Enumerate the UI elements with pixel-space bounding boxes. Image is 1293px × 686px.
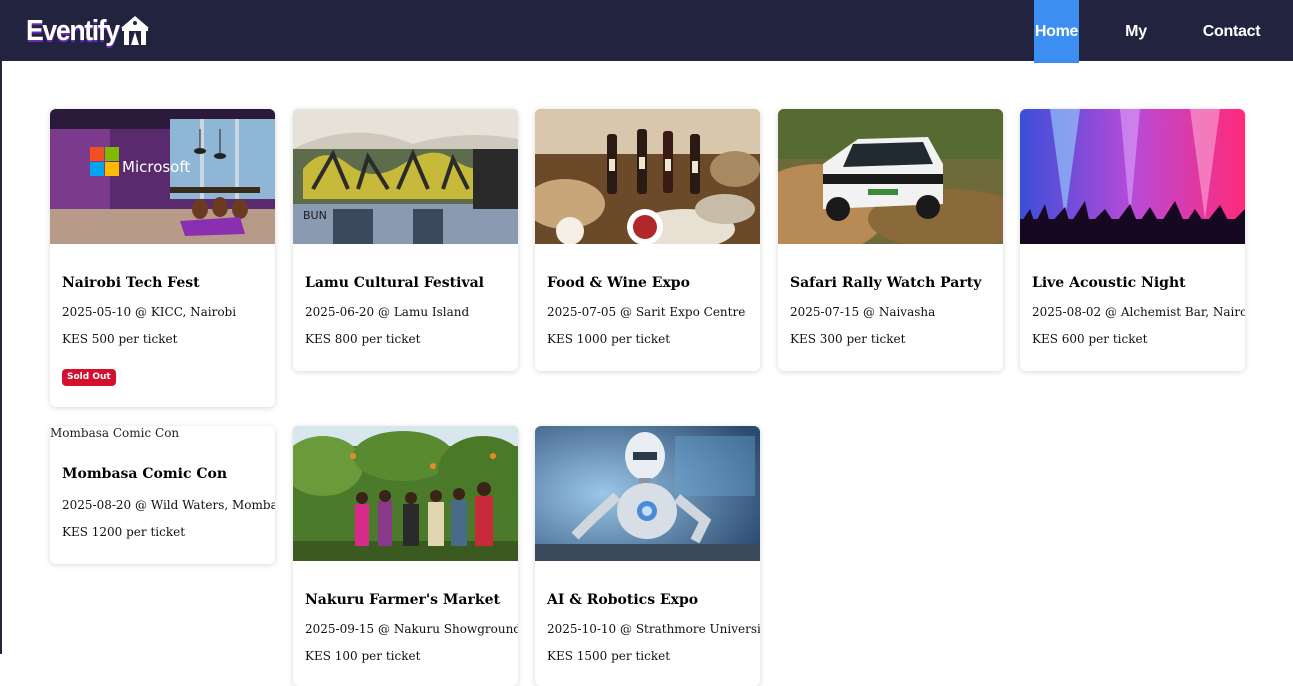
event-date-location: 2025-08-02 @ Alchemist Bar, Nairobi xyxy=(1032,305,1245,319)
event-image[interactable] xyxy=(1020,109,1245,244)
event-card[interactable]: Microsoft Nairobi Tech Fest 2025-05-10 @… xyxy=(50,109,275,407)
event-price: KES 1000 per ticket xyxy=(547,332,671,346)
event-title: Nairobi Tech Fest xyxy=(62,275,200,291)
event-date-location: 2025-07-15 @ Naivasha xyxy=(790,305,936,319)
event-title: AI & Robotics Expo xyxy=(547,592,699,608)
event-price: KES 100 per ticket xyxy=(305,649,421,663)
svg-text:Microsoft: Microsoft xyxy=(122,158,190,176)
event-card[interactable]: Nakuru Farmer's Market 2025-09-15 @ Naku… xyxy=(293,426,518,686)
brand-name: Eventify xyxy=(26,15,120,47)
event-image[interactable] xyxy=(293,426,518,561)
event-card[interactable]: Live Acoustic Night 2025-08-02 @ Alchemi… xyxy=(1020,109,1245,371)
event-card[interactable]: AI & Robotics Expo 2025-10-10 @ Strathmo… xyxy=(535,426,760,686)
event-date-location: 2025-10-10 @ Strathmore University xyxy=(547,622,760,636)
event-title: Live Acoustic Night xyxy=(1032,275,1186,291)
sold-out-badge: Sold Out xyxy=(62,369,116,386)
event-price: KES 300 per ticket xyxy=(790,332,906,346)
event-price: KES 1500 per ticket xyxy=(547,649,671,663)
event-price: KES 800 per ticket xyxy=(305,332,421,346)
event-image[interactable] xyxy=(535,109,760,244)
event-image[interactable] xyxy=(535,426,760,561)
event-date-location: 2025-07-05 @ Sarit Expo Centre xyxy=(547,305,746,319)
nav-my-bookings[interactable]: My Bookings xyxy=(1094,0,1178,103)
event-date-location: 2025-08-20 @ Wild Waters, Mombasa xyxy=(62,498,275,512)
event-price: KES 600 per ticket xyxy=(1032,332,1148,346)
event-date-location: 2025-09-15 @ Nakuru Showgrounds xyxy=(305,622,518,636)
event-title: Mombasa Comic Con xyxy=(62,466,228,482)
event-title: Food & Wine Expo xyxy=(547,275,690,291)
event-title: Safari Rally Watch Party xyxy=(790,275,982,291)
event-card[interactable]: Safari Rally Watch Party 2025-07-15 @ Na… xyxy=(778,109,1003,371)
navbar: Eventify Home My Bookings Contact Us xyxy=(0,0,1293,103)
event-image[interactable] xyxy=(778,109,1003,244)
brand-logo[interactable]: Eventify xyxy=(26,15,151,51)
event-price: KES 500 per ticket xyxy=(62,332,178,346)
event-image[interactable]: Microsoft xyxy=(50,109,275,244)
event-title: Lamu Cultural Festival xyxy=(305,275,484,291)
nav-home[interactable]: Home xyxy=(1034,0,1079,63)
event-title: Nakuru Farmer's Market xyxy=(305,592,500,608)
event-card[interactable]: Mombasa Comic Con Mombasa Comic Con 2025… xyxy=(50,426,275,564)
broken-image[interactable]: Mombasa Comic Con xyxy=(50,426,179,440)
event-price: KES 1200 per ticket xyxy=(62,525,186,539)
event-date-location: 2025-06-20 @ Lamu Island xyxy=(305,305,470,319)
image-alt-text: Mombasa Comic Con xyxy=(50,426,180,440)
nav-contact-us[interactable]: Contact Us xyxy=(1195,0,1268,103)
tent-icon xyxy=(120,16,149,45)
svg-text:BUN: BUN xyxy=(303,209,327,222)
event-date-location: 2025-05-10 @ KICC, Nairobi xyxy=(62,305,237,319)
event-image[interactable]: BUN xyxy=(293,109,518,244)
event-card[interactable]: BUN Lamu Cultural Festival 2025-06-20 @ … xyxy=(293,109,518,371)
event-card[interactable]: Food & Wine Expo 2025-07-05 @ Sarit Expo… xyxy=(535,109,760,371)
